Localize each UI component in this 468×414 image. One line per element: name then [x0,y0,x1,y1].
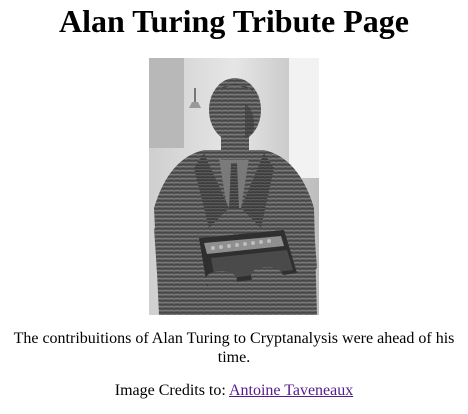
tribute-main: Alan Turing Tribute Page The contribuiti… [0,0,468,400]
image-credits: Image Credits to: Antoine Taveneaux [0,381,468,400]
image-section: The contribuitions of Alan Turing to Cry… [0,58,468,367]
author-link[interactable]: Antoine Taveneaux [229,382,353,399]
image-caption: The contribuitions of Alan Turing to Cry… [13,330,455,366]
turing-statue-photo [149,58,319,315]
credits-prefix: Image Credits to: [114,382,229,399]
page-title: Alan Turing Tribute Page [59,3,409,39]
